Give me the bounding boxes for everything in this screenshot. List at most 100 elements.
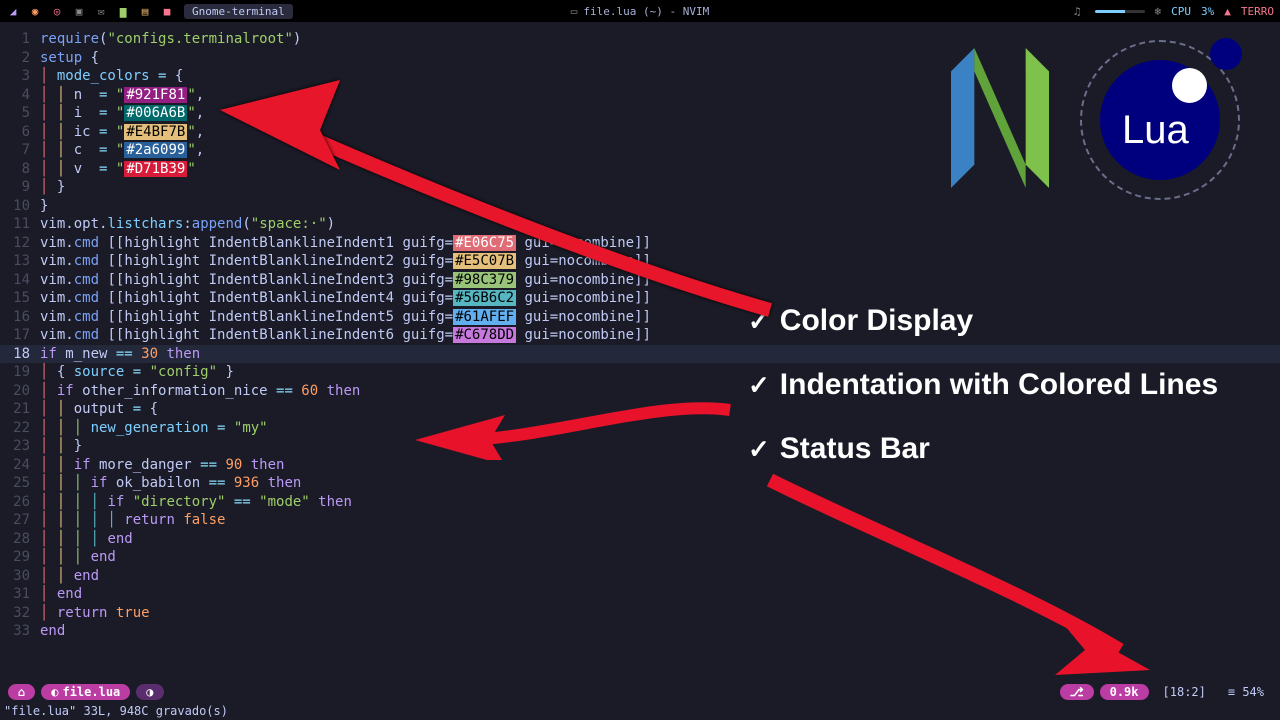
code-content: │ if other_information_nice == 60 then	[40, 382, 360, 401]
code-content: │ │ i = "#006A6B",	[40, 104, 204, 123]
color-swatch: #98C379	[453, 272, 516, 288]
notes-icon[interactable]: ▤	[138, 4, 152, 18]
color-swatch: #006A6B	[124, 105, 187, 121]
annotation-indent: ✓ Indentation with Colored Lines	[748, 368, 1218, 402]
lua-logo-icon: Lua	[1080, 40, 1240, 200]
status-cursor-pos: [18:2]	[1155, 685, 1214, 699]
color-swatch: #921F81	[124, 87, 187, 103]
firefox-icon[interactable]: ◉	[28, 4, 42, 18]
cpu-pct: 3%	[1201, 5, 1214, 18]
code-line[interactable]: 30│ │ end	[0, 567, 1280, 586]
line-number: 20	[0, 382, 40, 401]
status-git-button[interactable]: ⎇	[1060, 684, 1094, 700]
volume-slider[interactable]	[1095, 10, 1145, 13]
code-line[interactable]: 26│ │ │ │ if "directory" == "mode" then	[0, 493, 1280, 512]
code-content: │ │ end	[40, 567, 99, 586]
line-number: 27	[0, 511, 40, 530]
color-swatch: #D71B39	[124, 161, 187, 177]
code-line[interactable]: 17vim.cmd [[highlight IndentBlanklineInd…	[0, 326, 1280, 345]
color-swatch: #56B6C2	[453, 290, 516, 306]
status-filesize: 0.9k	[1100, 684, 1149, 700]
line-number: 9	[0, 178, 40, 197]
line-number: 30	[0, 567, 40, 586]
color-swatch: #C678DD	[453, 327, 516, 343]
statusbar: ⌂ ◐ file.lua ◑ ⎇ 0.9k [18:2] ≡ 54%	[0, 682, 1280, 702]
code-content: │ │ }	[40, 437, 82, 456]
music-icon[interactable]: ♫	[1074, 5, 1081, 18]
window-title-nvim: file.lua (~) - NVIM	[583, 5, 709, 18]
chrome-icon[interactable]: ◎	[50, 4, 64, 18]
code-content: end	[40, 622, 65, 641]
code-content: │ { source = "config" }	[40, 363, 234, 382]
code-line[interactable]: 12vim.cmd [[highlight IndentBlanklineInd…	[0, 234, 1280, 253]
line-number: 18	[0, 345, 40, 364]
code-content: │ │ n = "#921F81",	[40, 86, 204, 105]
line-number: 3	[0, 67, 40, 86]
code-line[interactable]: 15vim.cmd [[highlight IndentBlanklineInd…	[0, 289, 1280, 308]
code-line[interactable]: 23│ │ }	[0, 437, 1280, 456]
line-number: 12	[0, 234, 40, 253]
user-icon: ▲	[1224, 5, 1231, 18]
arch-icon[interactable]: ◢	[6, 4, 20, 18]
window-title-terminal[interactable]: Gnome-terminal	[184, 4, 293, 19]
status-filename[interactable]: ◐ file.lua	[41, 684, 130, 700]
term-icon[interactable]: ▣	[72, 4, 86, 18]
code-content: │ end	[40, 585, 82, 604]
code-content: vim.opt.listchars:append("space:·")	[40, 215, 335, 234]
code-line[interactable]: 11vim.opt.listchars:append("space:·")	[0, 215, 1280, 234]
status-home-button[interactable]: ⌂	[8, 684, 35, 700]
code-line[interactable]: 16vim.cmd [[highlight IndentBlanklineInd…	[0, 308, 1280, 327]
annotation-text: Status Bar	[780, 432, 930, 466]
code-line[interactable]: 24│ │ if more_danger == 90 then	[0, 456, 1280, 475]
annotation-color-display: ✓ Color Display	[748, 304, 973, 338]
code-content: vim.cmd [[highlight IndentBlanklineInden…	[40, 271, 651, 290]
line-number: 19	[0, 363, 40, 382]
status-overlay-icon[interactable]: ◑	[136, 684, 163, 700]
code-line[interactable]: 29│ │ │ end	[0, 548, 1280, 567]
line-number: 5	[0, 104, 40, 123]
system-topbar: ◢ ◉ ◎ ▣ ✉ ▆ ▤ ■ Gnome-terminal ▭ file.lu…	[0, 0, 1280, 22]
code-line[interactable]: 18if m_new == 30 then	[0, 345, 1280, 364]
code-line[interactable]: 25│ │ │ if ok_babilon == 936 then	[0, 474, 1280, 493]
check-icon: ✓	[748, 306, 770, 337]
code-line[interactable]: 31│ end	[0, 585, 1280, 604]
folder-icon[interactable]: ▆	[116, 4, 130, 18]
code-content: require("configs.terminalroot")	[40, 30, 301, 49]
line-number: 33	[0, 622, 40, 641]
line-number: 4	[0, 86, 40, 105]
color-swatch: #61AFEF	[453, 309, 516, 325]
line-number: 22	[0, 419, 40, 438]
neovim-logo-icon	[940, 48, 1060, 192]
line-number: 24	[0, 456, 40, 475]
code-line[interactable]: 22│ │ │ new_generation = "my"	[0, 419, 1280, 438]
code-line[interactable]: 13vim.cmd [[highlight IndentBlanklineInd…	[0, 252, 1280, 271]
cpu-label: CPU	[1171, 5, 1191, 18]
code-line[interactable]: 21│ │ output = {	[0, 400, 1280, 419]
settings-icon[interactable]: ❄	[1155, 5, 1162, 18]
annotation-text: Indentation with Colored Lines	[780, 368, 1218, 402]
line-number: 1	[0, 30, 40, 49]
line-number: 16	[0, 308, 40, 327]
line-number: 23	[0, 437, 40, 456]
lua-file-icon: ◐	[51, 685, 58, 699]
line-number: 25	[0, 474, 40, 493]
status-filename-text: file.lua	[62, 685, 120, 699]
code-content: │ │ if more_danger == 90 then	[40, 456, 284, 475]
code-line[interactable]: 28│ │ │ │ end	[0, 530, 1280, 549]
code-line[interactable]: 33end	[0, 622, 1280, 641]
code-content: }	[40, 197, 48, 216]
line-number: 2	[0, 49, 40, 68]
code-line[interactable]: 14vim.cmd [[highlight IndentBlanklineInd…	[0, 271, 1280, 290]
code-content: │ │ output = {	[40, 400, 158, 419]
code-content: │ │ │ │ │ return false	[40, 511, 225, 530]
mail-icon[interactable]: ✉	[94, 4, 108, 18]
line-number: 21	[0, 400, 40, 419]
code-line[interactable]: 27│ │ │ │ │ return false	[0, 511, 1280, 530]
code-content: setup {	[40, 49, 99, 68]
line-number: 14	[0, 271, 40, 290]
code-line[interactable]: 32│ return true	[0, 604, 1280, 623]
line-number: 15	[0, 289, 40, 308]
camera-icon[interactable]: ■	[160, 4, 174, 18]
annotation-statusbar: ✓ Status Bar	[748, 432, 930, 466]
code-content: │ mode_colors = {	[40, 67, 183, 86]
